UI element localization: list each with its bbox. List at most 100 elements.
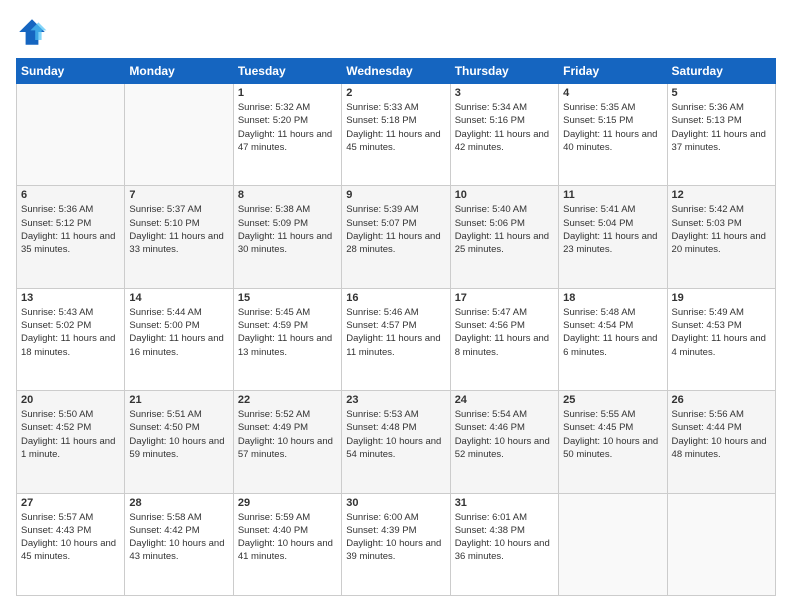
day-info: Sunrise: 5:37 AMSunset: 5:10 PMDaylight:… xyxy=(129,203,228,256)
calendar-cell: 4 Sunrise: 5:35 AMSunset: 5:15 PMDaylight… xyxy=(559,84,667,186)
day-info: Sunrise: 5:35 AMSunset: 5:15 PMDaylight:… xyxy=(563,101,662,154)
weekday-header-wednesday: Wednesday xyxy=(342,59,450,84)
day-number: 28 xyxy=(129,497,228,509)
day-number: 3 xyxy=(455,87,554,99)
calendar-table: SundayMondayTuesdayWednesdayThursdayFrid… xyxy=(16,58,776,596)
day-number: 12 xyxy=(672,189,771,201)
day-number: 23 xyxy=(346,394,445,406)
calendar-cell: 2Sunrise: 5:33 AMSunset: 5:18 PMDaylight… xyxy=(342,84,450,186)
day-number: 26 xyxy=(672,394,771,406)
day-info: Sunrise: 5:42 AMSunset: 5:03 PMDaylight:… xyxy=(672,203,771,256)
calendar-cell: 23 Sunrise: 5:53 AMSunset: 4:48 PMDayligh… xyxy=(342,391,450,493)
day-number: 4 xyxy=(563,87,662,99)
calendar-cell xyxy=(667,493,775,595)
calendar-cell: 17 Sunrise: 5:47 AMSunset: 4:56 PMDayligh… xyxy=(450,288,558,390)
calendar-cell: 7 Sunrise: 5:37 AMSunset: 5:10 PMDaylight… xyxy=(125,186,233,288)
calendar-cell: 14Sunrise: 5:44 AMSunset: 5:00 PMDayligh… xyxy=(125,288,233,390)
calendar-cell: 21 Sunrise: 5:51 AMSunset: 4:50 PMDayligh… xyxy=(125,391,233,493)
calendar-cell: 24Sunrise: 5:54 AMSunset: 4:46 PMDayligh… xyxy=(450,391,558,493)
weekday-header-friday: Friday xyxy=(559,59,667,84)
day-info: Sunrise: 5:59 AMSunset: 4:40 PMDaylight:… xyxy=(238,511,337,564)
day-number: 25 xyxy=(563,394,662,406)
day-info: Sunrise: 5:47 AMSunset: 4:56 PMDaylight:… xyxy=(455,306,554,359)
day-number: 15 xyxy=(238,292,337,304)
day-number: 17 xyxy=(455,292,554,304)
calendar-cell: 6 Sunrise: 5:36 AMSunset: 5:12 PMDaylight… xyxy=(17,186,125,288)
day-number: 31 xyxy=(455,497,554,509)
day-number: 14 xyxy=(129,292,228,304)
day-info: Sunrise: 5:54 AMSunset: 4:46 PMDaylight:… xyxy=(455,408,554,461)
day-number: 22 xyxy=(238,394,337,406)
calendar-week-4: 27 Sunrise: 5:57 AMSunset: 4:43 PMDayligh… xyxy=(17,493,776,595)
weekday-header-thursday: Thursday xyxy=(450,59,558,84)
day-number: 21 xyxy=(129,394,228,406)
calendar-cell: 5Sunrise: 5:36 AMSunset: 5:13 PMDaylight… xyxy=(667,84,775,186)
day-info: Sunrise: 5:51 AMSunset: 4:50 PMDaylight:… xyxy=(129,408,228,461)
day-info: Sunrise: 5:40 AMSunset: 5:06 PMDaylight:… xyxy=(455,203,554,256)
calendar-cell: 16 Sunrise: 5:46 AMSunset: 4:57 PMDayligh… xyxy=(342,288,450,390)
day-info: Sunrise: 5:46 AMSunset: 4:57 PMDaylight:… xyxy=(346,306,445,359)
calendar-cell: 10 Sunrise: 5:40 AMSunset: 5:06 PMDayligh… xyxy=(450,186,558,288)
calendar-cell: 25 Sunrise: 5:55 AMSunset: 4:45 PMDayligh… xyxy=(559,391,667,493)
day-info: Sunrise: 5:45 AMSunset: 4:59 PMDaylight:… xyxy=(238,306,337,359)
calendar-cell: 29 Sunrise: 5:59 AMSunset: 4:40 PMDayligh… xyxy=(233,493,341,595)
day-number: 18 xyxy=(563,292,662,304)
day-info: Sunrise: 5:43 AMSunset: 5:02 PMDaylight:… xyxy=(21,306,120,359)
day-number: 9 xyxy=(346,189,445,201)
day-info: Sunrise: 6:00 AMSunset: 4:39 PMDaylight:… xyxy=(346,511,445,564)
calendar-cell: 22Sunrise: 5:52 AMSunset: 4:49 PMDayligh… xyxy=(233,391,341,493)
day-info: Sunrise: 5:55 AMSunset: 4:45 PMDaylight:… xyxy=(563,408,662,461)
calendar-cell: 9Sunrise: 5:39 AMSunset: 5:07 PMDaylight… xyxy=(342,186,450,288)
day-info: Sunrise: 5:57 AMSunset: 4:43 PMDaylight:… xyxy=(21,511,120,564)
weekday-header-monday: Monday xyxy=(125,59,233,84)
day-number: 19 xyxy=(672,292,771,304)
day-number: 10 xyxy=(455,189,554,201)
calendar-cell xyxy=(125,84,233,186)
day-info: Sunrise: 5:49 AMSunset: 4:53 PMDaylight:… xyxy=(672,306,771,359)
calendar-week-1: 6 Sunrise: 5:36 AMSunset: 5:12 PMDaylight… xyxy=(17,186,776,288)
day-info: Sunrise: 5:34 AMSunset: 5:16 PMDaylight:… xyxy=(455,101,554,154)
calendar-cell: 31 Sunrise: 6:01 AMSunset: 4:38 PMDayligh… xyxy=(450,493,558,595)
day-info: Sunrise: 5:41 AMSunset: 5:04 PMDaylight:… xyxy=(563,203,662,256)
weekday-row: SundayMondayTuesdayWednesdayThursdayFrid… xyxy=(17,59,776,84)
day-info: Sunrise: 5:48 AMSunset: 4:54 PMDaylight:… xyxy=(563,306,662,359)
calendar-week-2: 13Sunrise: 5:43 AMSunset: 5:02 PMDayligh… xyxy=(17,288,776,390)
day-number: 7 xyxy=(129,189,228,201)
day-number: 30 xyxy=(346,497,445,509)
day-number: 16 xyxy=(346,292,445,304)
calendar-cell: 27 Sunrise: 5:57 AMSunset: 4:43 PMDayligh… xyxy=(17,493,125,595)
day-info: Sunrise: 5:36 AMSunset: 5:13 PMDaylight:… xyxy=(672,101,771,154)
weekday-header-sunday: Sunday xyxy=(17,59,125,84)
header xyxy=(16,16,776,48)
page: SundayMondayTuesdayWednesdayThursdayFrid… xyxy=(0,0,792,612)
calendar-cell: 19 Sunrise: 5:49 AMSunset: 4:53 PMDayligh… xyxy=(667,288,775,390)
day-info: Sunrise: 5:50 AMSunset: 4:52 PMDaylight:… xyxy=(21,408,120,461)
day-number: 29 xyxy=(238,497,337,509)
calendar-cell: 20 Sunrise: 5:50 AMSunset: 4:52 PMDayligh… xyxy=(17,391,125,493)
logo xyxy=(16,16,52,48)
day-info: Sunrise: 5:58 AMSunset: 4:42 PMDaylight:… xyxy=(129,511,228,564)
day-number: 27 xyxy=(21,497,120,509)
day-info: Sunrise: 5:56 AMSunset: 4:44 PMDaylight:… xyxy=(672,408,771,461)
calendar-week-0: 1Sunrise: 5:32 AMSunset: 5:20 PMDaylight… xyxy=(17,84,776,186)
calendar-cell: 11 Sunrise: 5:41 AMSunset: 5:04 PMDayligh… xyxy=(559,186,667,288)
day-info: Sunrise: 5:53 AMSunset: 4:48 PMDaylight:… xyxy=(346,408,445,461)
calendar-cell: 13Sunrise: 5:43 AMSunset: 5:02 PMDayligh… xyxy=(17,288,125,390)
day-info: Sunrise: 5:38 AMSunset: 5:09 PMDaylight:… xyxy=(238,203,337,256)
calendar-cell: 26 Sunrise: 5:56 AMSunset: 4:44 PMDayligh… xyxy=(667,391,775,493)
weekday-header-tuesday: Tuesday xyxy=(233,59,341,84)
calendar-body: 1Sunrise: 5:32 AMSunset: 5:20 PMDaylight… xyxy=(17,84,776,596)
calendar-cell: 12 Sunrise: 5:42 AMSunset: 5:03 PMDayligh… xyxy=(667,186,775,288)
calendar-cell: 28 Sunrise: 5:58 AMSunset: 4:42 PMDayligh… xyxy=(125,493,233,595)
calendar-header: SundayMondayTuesdayWednesdayThursdayFrid… xyxy=(17,59,776,84)
calendar-week-3: 20 Sunrise: 5:50 AMSunset: 4:52 PMDayligh… xyxy=(17,391,776,493)
day-number: 20 xyxy=(21,394,120,406)
day-info: Sunrise: 6:01 AMSunset: 4:38 PMDaylight:… xyxy=(455,511,554,564)
calendar-cell xyxy=(17,84,125,186)
day-number: 11 xyxy=(563,189,662,201)
calendar-cell: 1Sunrise: 5:32 AMSunset: 5:20 PMDaylight… xyxy=(233,84,341,186)
day-number: 6 xyxy=(21,189,120,201)
day-info: Sunrise: 5:36 AMSunset: 5:12 PMDaylight:… xyxy=(21,203,120,256)
day-info: Sunrise: 5:33 AMSunset: 5:18 PMDaylight:… xyxy=(346,101,445,154)
calendar-cell: 18 Sunrise: 5:48 AMSunset: 4:54 PMDayligh… xyxy=(559,288,667,390)
